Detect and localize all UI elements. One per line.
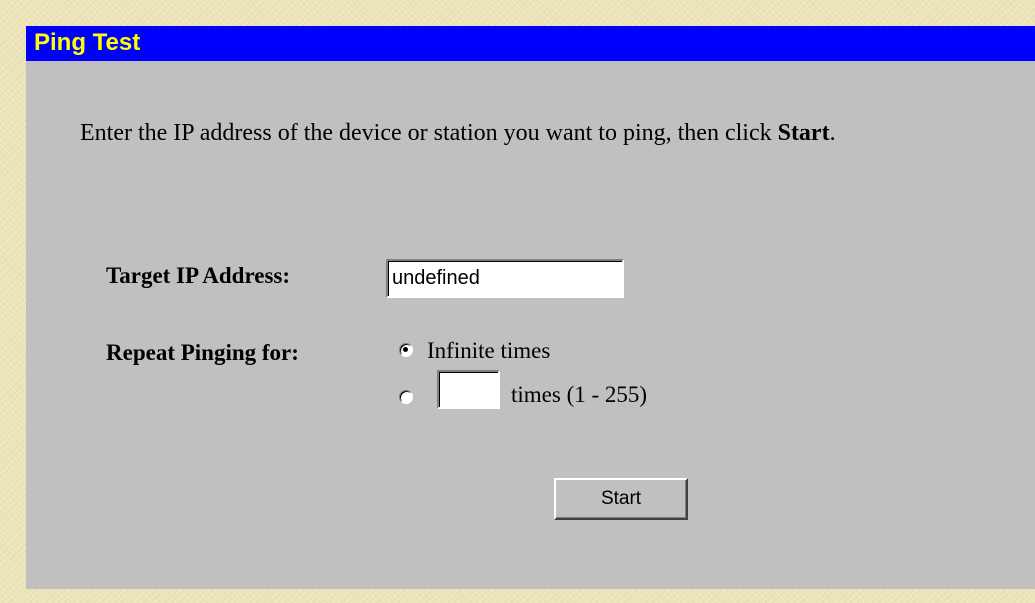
repeat-pinging-label: Repeat Pinging for: [106, 340, 299, 365]
start-button[interactable]: Start [554, 478, 688, 520]
instructions-prefix: Enter the IP address of the device or st… [80, 120, 778, 146]
instructions-text: Enter the IP address of the device or st… [80, 115, 980, 152]
option-infinite-label: Infinite times [427, 338, 551, 363]
radio-infinite-times[interactable] [399, 343, 413, 357]
radio-times-count[interactable] [399, 390, 413, 404]
ping-test-panel: Ping Test Enter the IP address of the de… [26, 26, 1035, 589]
instructions-suffix: . [829, 120, 836, 146]
times-count-input[interactable] [437, 370, 500, 409]
target-ip-label: Target IP Address: [106, 263, 291, 288]
title-bar: Ping Test [26, 26, 1035, 61]
option-times-label: times (1 - 255) [511, 382, 648, 407]
radio-selected-dot [403, 347, 408, 352]
page-title: Ping Test [34, 29, 141, 56]
target-ip-input[interactable] [386, 259, 624, 298]
instructions-start-keyword: Start [777, 120, 830, 146]
